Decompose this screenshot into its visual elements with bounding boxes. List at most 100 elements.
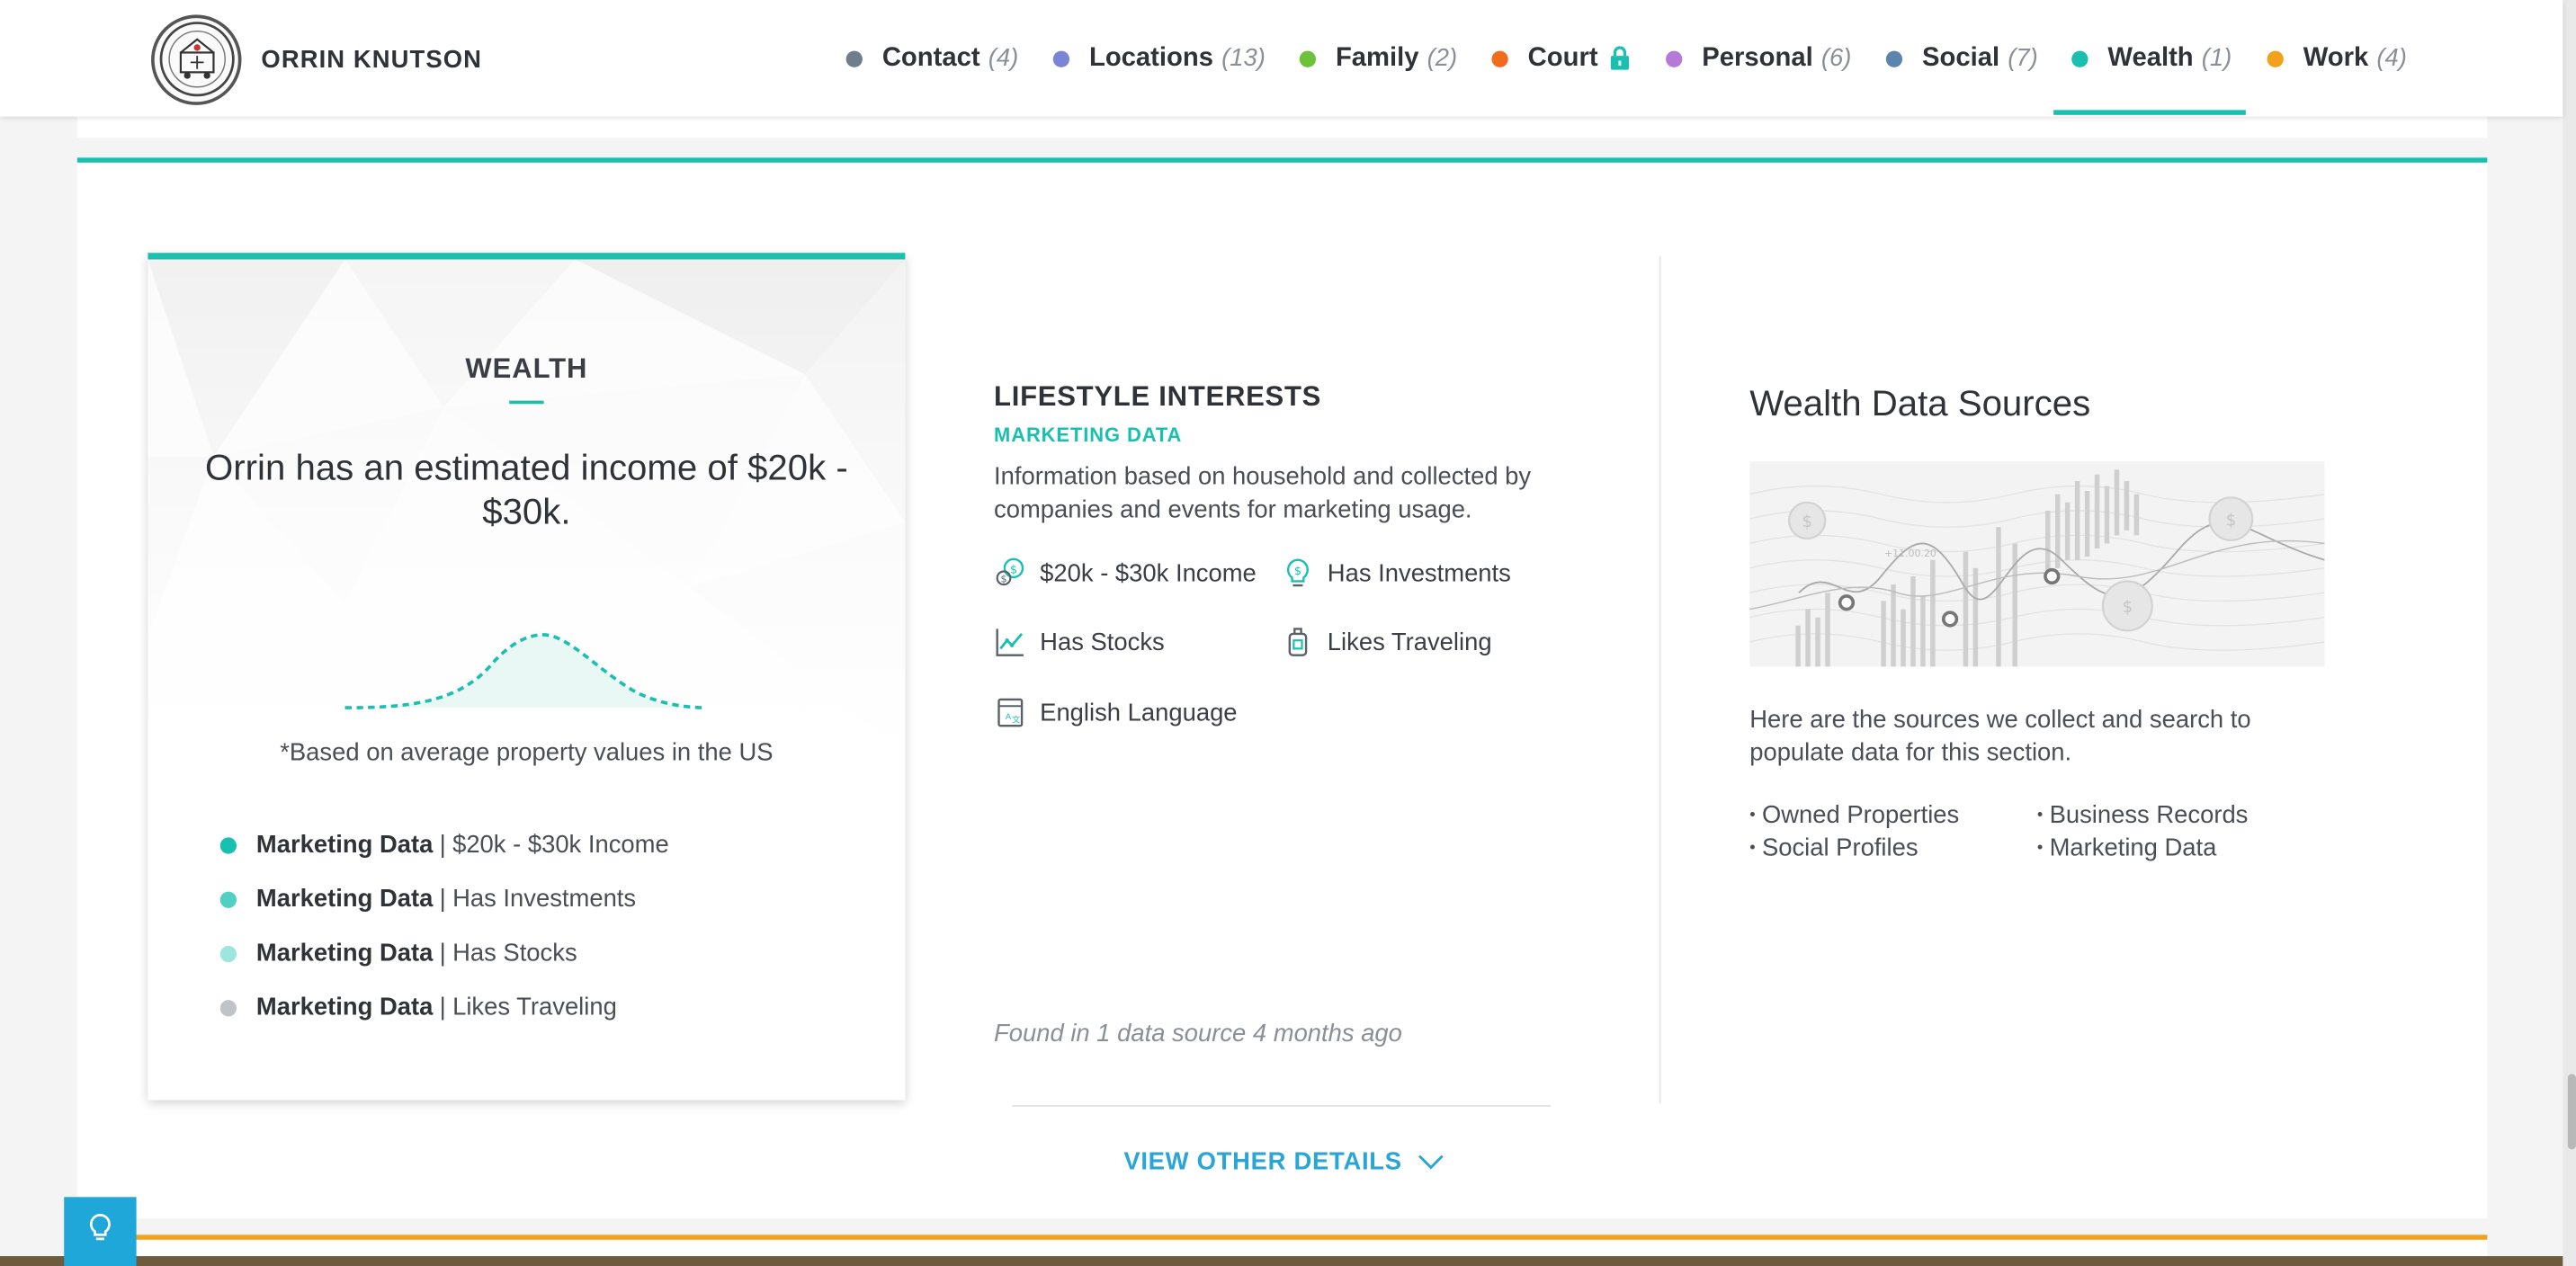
tab-label: Contact bbox=[881, 43, 980, 72]
locations-dot-icon bbox=[1052, 49, 1070, 67]
tab-social[interactable]: Social (7) bbox=[1885, 0, 2038, 117]
column-divider bbox=[1659, 255, 1661, 1104]
interest-label: $20k - $30k Income bbox=[1040, 558, 1257, 587]
bullet-dot-icon bbox=[219, 999, 237, 1016]
svg-text:+11.00.20: +11.00.20 bbox=[1884, 548, 1936, 559]
svg-text:文: 文 bbox=[1012, 715, 1020, 726]
bullet-dot-icon bbox=[219, 944, 237, 962]
source-item: Business Records bbox=[2037, 801, 2249, 829]
item-separator: | bbox=[439, 831, 446, 860]
court-dot-icon bbox=[1491, 49, 1508, 67]
item-value: $20k - $30k Income bbox=[452, 831, 669, 860]
list-item: Marketing Data | $20k - $30k Income bbox=[219, 817, 669, 871]
view-other-label: VIEW OTHER DETAILS bbox=[1123, 1147, 1402, 1176]
tab-label: Wealth bbox=[2107, 43, 2194, 72]
social-dot-icon bbox=[1885, 49, 1903, 67]
wealth-items-list: Marketing Data | $20k - $30k Income Mark… bbox=[219, 817, 669, 1034]
interest-label: Likes Traveling bbox=[1327, 628, 1492, 656]
list-item: Marketing Data | Has Stocks bbox=[219, 926, 669, 980]
income-note: *Based on average property values in the… bbox=[280, 738, 774, 767]
view-other-details-button[interactable]: VIEW OTHER DETAILS bbox=[1123, 1148, 1445, 1176]
tab-court[interactable]: Court bbox=[1491, 0, 1629, 117]
lightbulb-icon bbox=[89, 1213, 112, 1251]
help-tips-button[interactable] bbox=[64, 1197, 137, 1266]
source-item: Marketing Data bbox=[2037, 834, 2217, 862]
source-item: Social Profiles bbox=[1749, 834, 1919, 862]
bullet-dot-icon bbox=[219, 836, 237, 853]
item-value: Likes Traveling bbox=[452, 993, 617, 1021]
divider bbox=[1012, 1105, 1552, 1107]
tab-label: Personal bbox=[1702, 43, 1813, 72]
tab-label: Social bbox=[1922, 43, 2000, 72]
item-separator: | bbox=[439, 939, 446, 967]
lifestyle-description: Information based on household and colle… bbox=[994, 462, 1532, 524]
interest-label: English Language bbox=[1040, 699, 1238, 727]
chevron-down-icon bbox=[1418, 1154, 1445, 1170]
background-photo-strip bbox=[0, 1256, 2563, 1266]
tab-contact[interactable]: Contact (4) bbox=[845, 0, 1019, 117]
lightbulb-dollar-icon: $ bbox=[1282, 557, 1315, 590]
svg-text:$: $ bbox=[2226, 511, 2237, 530]
interest-language: A文 English Language bbox=[994, 696, 1238, 729]
lifestyle-interests: LIFESTYLE INTERESTS MARKETING DATA Infor… bbox=[994, 380, 1586, 727]
page: ORRIN KNUTSON Contact (4) Locations (13)… bbox=[0, 0, 2576, 1266]
tab-label: Work bbox=[2303, 43, 2369, 72]
income-headline: Orrin has an estimated income of $20k - … bbox=[205, 446, 848, 532]
tab-label: Family bbox=[1335, 43, 1419, 72]
tab-count: (7) bbox=[2008, 44, 2038, 73]
lifestyle-subtitle: MARKETING DATA bbox=[994, 423, 1183, 447]
wealth-card: WEALTH Orrin has an estimated income of … bbox=[148, 253, 906, 1101]
wealth-data-sources: Wealth Data Sources $ $ $ +11.00.20 Here… bbox=[1749, 382, 2341, 862]
source-item: Owned Properties bbox=[1749, 801, 1959, 829]
tab-count: (6) bbox=[1820, 44, 1852, 73]
lock-icon bbox=[1609, 46, 1629, 70]
tab-label: Court bbox=[1527, 43, 1598, 72]
wealth-card-title: WEALTH bbox=[465, 352, 588, 385]
tab-work[interactable]: Work (4) bbox=[2267, 0, 2407, 117]
interest-traveling: Likes Traveling bbox=[1282, 626, 1492, 659]
data-source-note: Found in 1 data source 4 months ago bbox=[994, 1020, 1402, 1048]
family-dot-icon bbox=[1299, 49, 1317, 67]
section-tabs: Contact (4) Locations (13) Family (2) Co… bbox=[0, 0, 2563, 117]
work-dot-icon bbox=[2267, 49, 2284, 67]
svg-text:$: $ bbox=[1010, 563, 1017, 576]
list-item: Marketing Data | Has Investments bbox=[219, 872, 669, 926]
bullet-dot-icon bbox=[219, 890, 237, 907]
tab-wealth[interactable]: Wealth (1) bbox=[2053, 0, 2246, 117]
svg-text:$: $ bbox=[1802, 513, 1812, 531]
interest-label: Has Stocks bbox=[1040, 628, 1165, 656]
item-separator: | bbox=[439, 993, 446, 1021]
scrollbar-thumb[interactable] bbox=[2567, 1074, 2576, 1150]
tab-count: (4) bbox=[988, 44, 1019, 73]
personal-dot-icon bbox=[1666, 49, 1683, 67]
stock-chart-icon bbox=[994, 626, 1027, 659]
lifestyle-title: LIFESTYLE INTERESTS bbox=[994, 380, 1322, 413]
tab-locations[interactable]: Locations (13) bbox=[1052, 0, 1266, 117]
tab-label: Locations bbox=[1088, 43, 1213, 72]
income-distribution-curve bbox=[344, 633, 707, 709]
item-source: Marketing Data bbox=[255, 885, 434, 914]
svg-text:$: $ bbox=[2123, 598, 2133, 617]
item-source: Marketing Data bbox=[255, 939, 434, 967]
luggage-icon bbox=[1282, 626, 1315, 659]
title-underline bbox=[509, 400, 544, 405]
finance-chart-illustration: $ $ $ +11.00.20 bbox=[1749, 461, 2325, 667]
item-value: Has Stocks bbox=[452, 939, 577, 967]
svg-text:$: $ bbox=[1001, 573, 1007, 584]
sources-title: Wealth Data Sources bbox=[1749, 382, 2091, 424]
tab-count: (13) bbox=[1221, 44, 1266, 73]
interest-stocks: Has Stocks bbox=[994, 626, 1165, 659]
list-item: Marketing Data | Likes Traveling bbox=[219, 980, 669, 1034]
tab-count: (4) bbox=[2376, 44, 2407, 73]
wealth-dot-icon bbox=[2071, 49, 2089, 67]
sources-description: Here are the sources we collect and sear… bbox=[1749, 706, 2251, 767]
tab-personal[interactable]: Personal (6) bbox=[1666, 0, 1851, 117]
item-separator: | bbox=[439, 885, 446, 914]
item-source: Marketing Data bbox=[255, 831, 434, 860]
svg-text:$: $ bbox=[1294, 565, 1301, 578]
interest-label: Has Investments bbox=[1327, 558, 1511, 587]
tab-family[interactable]: Family (2) bbox=[1299, 0, 1457, 117]
language-book-icon: A文 bbox=[994, 696, 1027, 729]
wealth-section: WEALTH Orrin has an estimated income of … bbox=[76, 157, 2488, 1219]
money-hand-icon: $ $ bbox=[994, 557, 1027, 590]
